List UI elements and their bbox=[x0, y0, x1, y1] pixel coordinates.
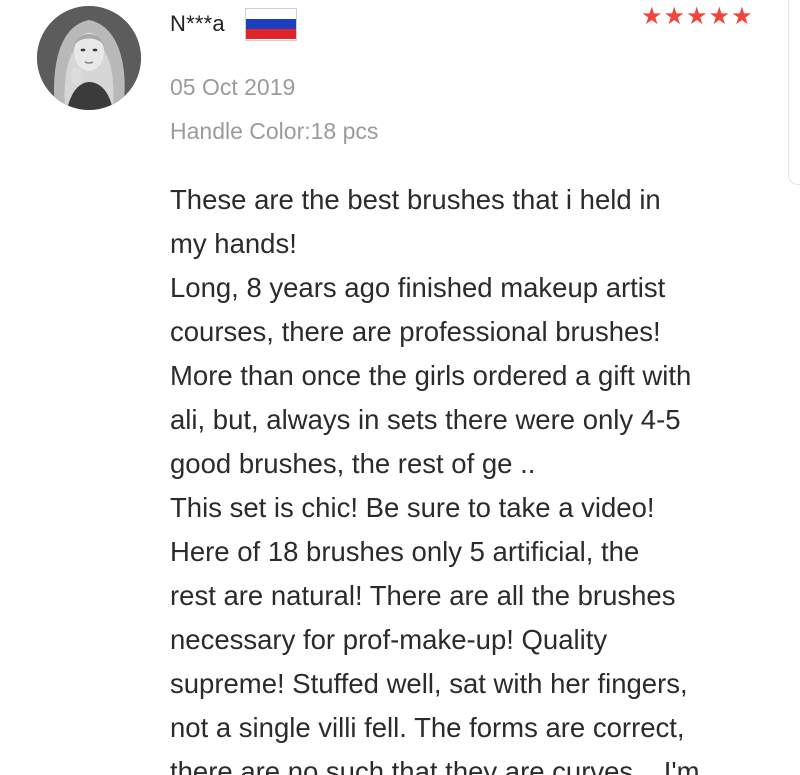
star-icon: ★ bbox=[663, 2, 686, 30]
star-rating: ★ ★ ★ ★ ★ bbox=[641, 4, 753, 28]
star-icon: ★ bbox=[731, 2, 753, 30]
flag-band-white bbox=[245, 8, 296, 19]
review-text-line: More than once the girls ordered a gift … bbox=[170, 360, 692, 391]
review-text-line: my hands! bbox=[170, 228, 297, 259]
flag-band-red bbox=[245, 29, 296, 40]
star-icon: ★ bbox=[641, 2, 663, 30]
review-text-line: Long, 8 years ago finished makeup artist bbox=[170, 272, 666, 303]
review-card: N***a ★ ★ ★ ★ ★ 05 Oct 2019 Handle Color:18 … bbox=[0, 0, 800, 775]
review-text-line: rest are natural! There are all the brus… bbox=[170, 580, 676, 611]
russia-flag-icon bbox=[244, 7, 297, 41]
review-text-line: ali, but, always in sets there were only… bbox=[170, 404, 681, 435]
review-text-line: there are no such that they are curves..… bbox=[170, 756, 700, 775]
review-text-line: necessary for prof-make-up! Quality bbox=[170, 624, 608, 655]
star-icon: ★ bbox=[686, 2, 708, 30]
review-text-line: good brushes, the rest of ge .. bbox=[170, 448, 536, 479]
review-text-line: Here of 18 brushes only 5 artificial, th… bbox=[170, 536, 640, 567]
review-text-line: This set is chic! Be sure to take a vide… bbox=[170, 492, 655, 523]
review-header: N***a bbox=[170, 6, 297, 42]
scrollbar-edge[interactable] bbox=[788, 0, 800, 185]
product-variant: Handle Color:18 pcs bbox=[170, 118, 379, 144]
avatar[interactable] bbox=[37, 6, 141, 110]
review-text-line: supreme! Stuffed well, sat with her fing… bbox=[170, 668, 688, 699]
review-text-line: not a single villi fell. The forms are c… bbox=[170, 712, 685, 743]
star-icon: ★ bbox=[708, 2, 731, 30]
flag-band-blue bbox=[245, 18, 296, 30]
review-text-line: courses, there are professional brushes! bbox=[170, 316, 661, 347]
review-text: These are the best brushes that i held i… bbox=[170, 178, 775, 775]
username: N***a bbox=[170, 11, 225, 36]
review-date: 05 Oct 2019 bbox=[170, 74, 296, 100]
review-text-line: These are the best brushes that i held i… bbox=[170, 184, 661, 215]
